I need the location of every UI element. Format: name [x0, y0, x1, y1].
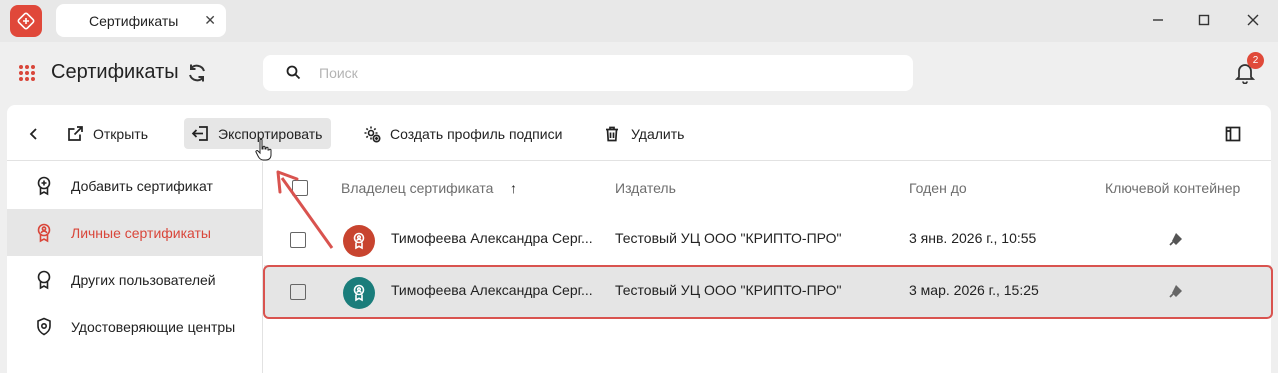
column-valid-until[interactable]: Годен до — [909, 180, 967, 196]
sidebar-item-label: Других пользователей — [71, 271, 216, 288]
certificate-personal-icon — [36, 223, 52, 246]
usb-key-icon — [1169, 232, 1183, 249]
trash-icon — [605, 126, 619, 142]
annotation-arrow-icon — [276, 170, 334, 249]
column-issuer[interactable]: Издатель — [615, 180, 676, 196]
hand-cursor-icon — [255, 138, 272, 161]
cell-issuer: Тестовый УЦ ООО "КРИПТО-ПРО" — [615, 230, 842, 246]
create-profile-label: Создать профиль подписи — [390, 125, 563, 142]
sort-ascending-icon[interactable]: ↑ — [510, 180, 517, 196]
sidebar: Добавить сертификат Личные сертификаты Д… — [7, 162, 263, 373]
apps-grid-icon[interactable] — [18, 64, 36, 87]
window-tab[interactable]: Сертификаты ✕ — [56, 4, 226, 37]
certificate-others-icon — [36, 270, 52, 293]
certificate-add-icon — [36, 176, 52, 199]
table-header: Владелец сертификата ↑ Издатель Годен до… — [264, 162, 1271, 212]
delete-label: Удалить — [631, 125, 685, 142]
sidebar-item-certification-authorities[interactable]: Удостоверяющие центры — [7, 303, 263, 350]
sidebar-item-label: Личные сертификаты — [71, 224, 211, 241]
page-title: Сертификаты — [51, 61, 179, 83]
back-button[interactable] — [29, 118, 48, 149]
selected-row-highlight — [263, 265, 1273, 319]
cell-owner: Тимофеева Александра Серг... — [391, 230, 593, 246]
sidebar-panel-icon — [1225, 126, 1241, 142]
tab-title: Сертификаты — [89, 12, 179, 29]
maximize-icon[interactable] — [1194, 10, 1214, 30]
minimize-icon[interactable] — [1148, 10, 1168, 30]
search-box[interactable] — [263, 55, 913, 91]
cell-valid-until: 3 янв. 2026 г., 10:55 — [909, 230, 1037, 246]
tab-close-icon[interactable]: ✕ — [204, 12, 216, 29]
certificate-avatar-icon — [343, 225, 375, 257]
export-icon — [191, 125, 209, 142]
app-logo-icon — [10, 5, 42, 37]
sidebar-item-other-users[interactable]: Других пользователей — [7, 256, 263, 303]
shield-icon — [36, 317, 52, 340]
column-owner[interactable]: Владелец сертификата — [341, 180, 493, 196]
sidebar-item-label: Удостоверяющие центры — [71, 318, 236, 335]
open-label: Открыть — [93, 125, 148, 142]
open-button[interactable]: Открыть — [67, 118, 148, 149]
title-bar: Сертификаты ✕ — [0, 0, 1278, 42]
gear-settings-icon — [363, 125, 381, 143]
column-key-container[interactable]: Ключевой контейнер — [1105, 180, 1240, 196]
table-row[interactable]: Тимофеева Александра Серг... Тестовый УЦ… — [264, 213, 1271, 265]
sidebar-item-add-certificate[interactable]: Добавить сертификат — [7, 162, 263, 209]
search-icon — [286, 65, 301, 85]
delete-button[interactable]: Удалить — [605, 118, 684, 149]
app-header: Сертификаты 2 — [0, 42, 1278, 104]
toggle-panel-button[interactable] — [1225, 118, 1250, 149]
close-window-icon[interactable] — [1243, 10, 1263, 30]
refresh-icon[interactable] — [186, 62, 208, 89]
toolbar: Открыть Экспортировать Создать профиль п… — [7, 105, 1271, 161]
chevron-left-icon — [29, 127, 39, 141]
sidebar-item-personal-certificates[interactable]: Личные сертификаты — [7, 209, 263, 256]
search-input[interactable] — [319, 63, 879, 83]
notification-badge: 2 — [1247, 52, 1264, 69]
sidebar-item-label: Добавить сертификат — [71, 177, 213, 194]
main-panel: Открыть Экспортировать Создать профиль п… — [7, 105, 1271, 373]
create-signature-profile-button[interactable]: Создать профиль подписи — [363, 118, 562, 149]
external-link-icon — [67, 125, 84, 142]
